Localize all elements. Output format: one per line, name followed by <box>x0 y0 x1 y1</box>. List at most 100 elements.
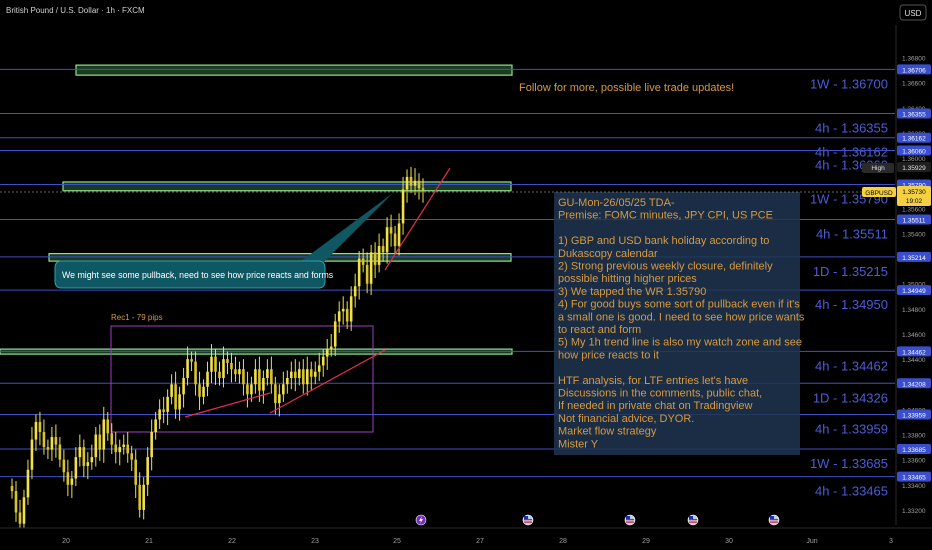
level-label: 1W - 1.36700 <box>810 76 888 91</box>
candle-body <box>210 356 213 372</box>
currency-button[interactable]: USD <box>899 4 927 21</box>
candle-body <box>86 462 90 466</box>
candle-body <box>298 369 301 378</box>
candle-body <box>70 478 74 485</box>
flag-stripe <box>626 521 634 523</box>
candle-body <box>150 432 153 458</box>
candle-body <box>377 246 381 265</box>
price-tick: 1.35600 <box>902 206 926 213</box>
candle-body <box>341 308 345 312</box>
flag-stripe <box>689 521 697 523</box>
candle-body <box>90 457 94 463</box>
candle-body <box>174 384 177 410</box>
candle-body <box>349 296 353 322</box>
flag-canton <box>689 516 693 519</box>
level-label: 4h - 1.36355 <box>815 120 888 135</box>
analysis-line: 4) For good buys some sort of pullback e… <box>558 299 800 311</box>
time-tick: 29 <box>642 538 650 545</box>
flag-stripe <box>689 519 697 521</box>
flag-canton <box>770 516 774 519</box>
candle-body <box>58 444 62 460</box>
candle-body <box>34 421 38 440</box>
candle-body <box>337 311 341 322</box>
candle-body <box>242 369 245 385</box>
us-flag-event-icon[interactable] <box>687 514 699 526</box>
flag-canton <box>626 516 630 519</box>
level-label: 1W - 1.33685 <box>810 456 888 471</box>
lightning-event-icon[interactable] <box>415 514 427 526</box>
candle-body <box>78 447 82 458</box>
us-flag-event-icon[interactable] <box>522 514 534 526</box>
level-label: 4h - 1.33959 <box>815 422 888 437</box>
candle-body <box>282 384 285 395</box>
symbol-tag: GBPUSD <box>865 190 893 197</box>
candle-body <box>218 371 221 378</box>
candle-body <box>98 434 102 450</box>
candle-body <box>254 369 257 385</box>
us-flag-event-icon[interactable] <box>768 514 780 526</box>
candle-body <box>66 472 70 485</box>
current-price-tag: 1.35730 <box>902 189 926 196</box>
time-tick: 21 <box>145 538 153 545</box>
candle-body <box>262 377 265 391</box>
us-flag-event-icon[interactable] <box>624 514 636 526</box>
flag-stripe <box>524 519 532 521</box>
candle-body <box>122 444 126 448</box>
candle-body <box>361 258 365 265</box>
candle-body <box>385 227 389 253</box>
candle-body <box>46 447 50 450</box>
candle-body <box>134 459 137 485</box>
candle-body <box>206 371 209 387</box>
candle-body <box>146 457 149 485</box>
level-price-tag: 1.34949 <box>902 288 926 295</box>
level-price-tag: 1.36355 <box>902 111 926 118</box>
candle-body <box>369 252 373 284</box>
analysis-line: If needed in private chat on Tradingview <box>558 400 753 412</box>
level-price-tag: 1.33465 <box>902 475 926 482</box>
price-chart[interactable]: 1W - 1.367004h - 1.363554h - 1.361624h -… <box>0 0 932 550</box>
currency-label: USD <box>905 9 922 18</box>
analysis-line: Dukascopy calendar <box>558 248 658 260</box>
candle-body <box>278 394 281 404</box>
time-tick: 30 <box>725 538 733 545</box>
price-tick: 1.33800 <box>902 433 926 440</box>
level-price-tag: 1.35214 <box>902 255 926 262</box>
time-tick: 23 <box>311 538 319 545</box>
symbol-title: British Pound / U.S. Dollar · 1h · FXCM <box>6 6 145 15</box>
candle-body <box>417 180 421 189</box>
analysis-line: 3) We tapped the WR 1.35790 <box>558 286 706 298</box>
candle-body <box>258 369 261 391</box>
candle-body <box>186 359 189 378</box>
candle-body <box>345 308 349 322</box>
level-price-tag: 1.33685 <box>902 447 926 454</box>
candle-body <box>321 356 325 366</box>
candle-body <box>317 365 321 372</box>
time-tick: 27 <box>476 538 484 545</box>
time-tick: 20 <box>62 538 70 545</box>
level-price-tag: 1.33959 <box>902 413 926 420</box>
candle-body <box>401 189 405 224</box>
price-tick: 1.34800 <box>902 307 926 314</box>
analysis-line: GU-Mon-26/05/25 TDA- <box>558 197 675 209</box>
level-price-tag: 1.36706 <box>902 67 926 74</box>
flag-stripe <box>524 521 532 523</box>
price-tick: 1.33600 <box>902 458 926 465</box>
candle-body <box>54 437 58 445</box>
candle-body <box>222 359 225 378</box>
candle-body <box>230 362 233 370</box>
level-label: 1D - 1.35215 <box>813 264 888 279</box>
candle-body <box>130 453 134 460</box>
analysis-line: 5) My 1h trend line is also my watch zon… <box>558 337 802 349</box>
level-label: 4h - 1.35511 <box>816 227 888 242</box>
candle-body <box>421 188 425 190</box>
candle-body <box>94 434 98 458</box>
candle-body <box>305 369 309 385</box>
level-label: 1D - 1.34326 <box>813 390 888 405</box>
candle-body <box>238 369 241 375</box>
analysis-line: how price reacts to it <box>558 349 659 361</box>
candle-body <box>313 371 317 377</box>
candle-body <box>246 384 249 395</box>
candle-body <box>114 444 118 453</box>
candle-body <box>194 361 197 385</box>
countdown-tag: 19:02 <box>906 198 923 205</box>
